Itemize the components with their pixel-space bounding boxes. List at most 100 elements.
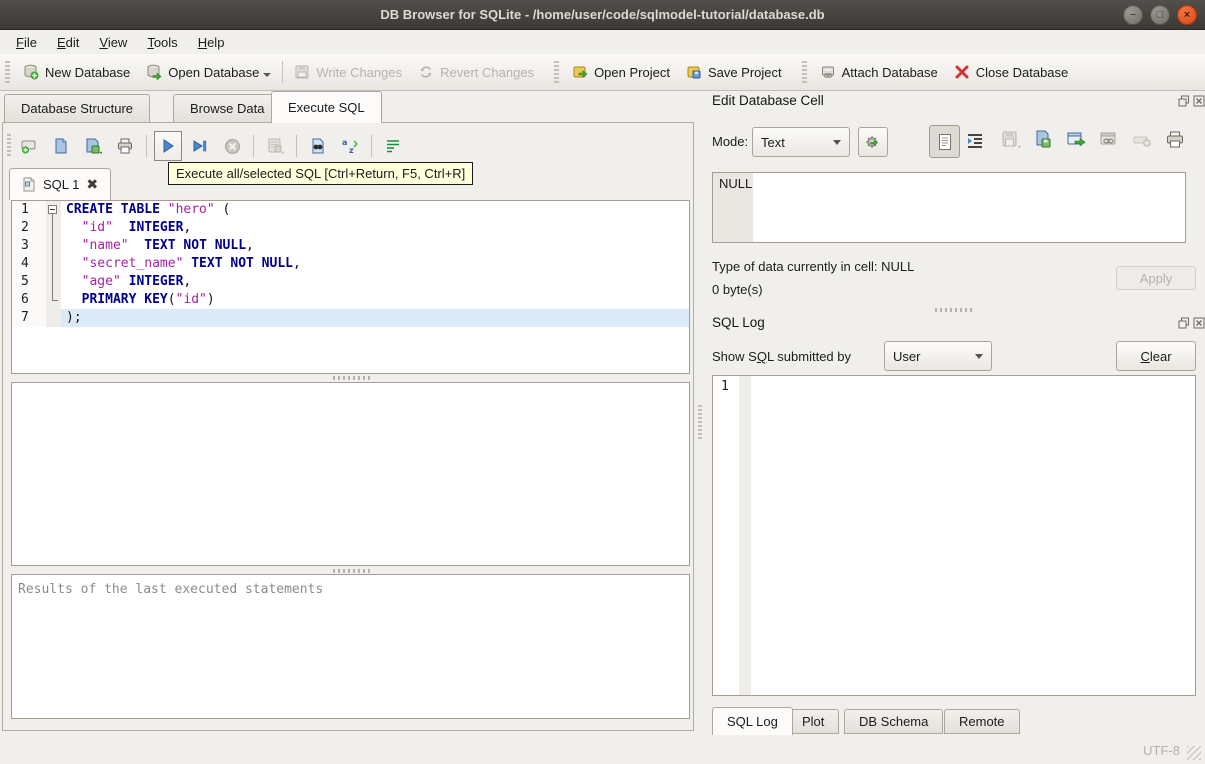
line-number: 4	[12, 255, 46, 273]
sql-editor[interactable]: 1 CREATE TABLE "hero" (2 "id" INTEGER, 3 "…	[11, 200, 690, 374]
results-placeholder-text: Results of the last executed statements	[18, 582, 324, 597]
code-text: "secret_name" TEXT NOT NULL,	[81, 256, 301, 271]
tab-label: Plot	[802, 714, 825, 729]
menu-edit[interactable]: Edit	[47, 33, 89, 52]
editor-line[interactable]: 1 CREATE TABLE "hero" (	[12, 201, 689, 219]
close-icon[interactable]: ×	[1177, 5, 1197, 25]
window-controls: − □ ×	[1123, 5, 1197, 25]
tab-db-schema[interactable]: DB Schema	[844, 709, 944, 734]
print-sql-button[interactable]	[111, 131, 139, 161]
apply-label: Apply	[1139, 270, 1173, 286]
app-window: DB Browser for SQLite - /home/user/code/…	[0, 0, 1205, 764]
format-sql-button[interactable]: a z	[336, 131, 364, 161]
tab-plot[interactable]: Plot	[787, 709, 840, 734]
open-database-button[interactable]: Open Database	[138, 60, 279, 84]
editor-line[interactable]: 4 "secret_name" TEXT NOT NULL,	[12, 255, 689, 273]
dock-controls	[1178, 95, 1205, 107]
save-gray-icon	[1002, 131, 1021, 148]
text-mode-button[interactable]	[929, 125, 960, 158]
toolbar-label: Write Changes	[316, 64, 403, 80]
close-database-button[interactable]: Close Database	[946, 60, 1077, 84]
maximize-icon[interactable]: □	[1150, 5, 1170, 25]
results-grid-pane[interactable]	[11, 382, 690, 566]
set-null-button	[1133, 134, 1153, 151]
new-sql-tab-icon	[21, 140, 36, 154]
toolbar-separator	[282, 61, 284, 83]
results-message-pane[interactable]: Results of the last executed statements	[11, 574, 690, 719]
open-in-external-button	[1099, 131, 1119, 152]
float-panel-icon[interactable]	[1178, 317, 1190, 329]
editor-line[interactable]: 7);	[12, 309, 689, 327]
fold-collapse-icon[interactable]	[48, 205, 57, 214]
print-cell-button[interactable]	[1165, 130, 1185, 152]
export-cell-data-button[interactable]	[1066, 131, 1086, 152]
word-wrap-button[interactable]	[379, 131, 407, 161]
open-sql-file-button[interactable]	[47, 131, 75, 161]
import-cell-data-button[interactable]	[1033, 129, 1053, 152]
editor-line[interactable]: 6 PRIMARY KEY("id")	[12, 291, 689, 309]
menu-tools[interactable]: Tools	[137, 33, 187, 52]
execute-sql-button[interactable]	[154, 131, 182, 161]
new-database-button[interactable]: New Database	[15, 60, 138, 84]
close-panel-icon[interactable]	[1193, 95, 1205, 107]
toolbar-drag-handle[interactable]	[554, 61, 560, 83]
toolbar-drag-handle[interactable]	[7, 134, 11, 158]
save-results-button	[261, 131, 289, 161]
tab-remote[interactable]: Remote	[944, 709, 1020, 734]
editor-line[interactable]: 2 "id" INTEGER,	[12, 219, 689, 237]
save-project-button[interactable]: Save Project	[678, 60, 790, 84]
indent-button[interactable]	[965, 131, 985, 154]
splitter-handle[interactable]	[333, 569, 373, 573]
revert-changes-button: Revert Changes	[410, 60, 542, 84]
tab-label: Remote	[959, 714, 1005, 729]
tab-execute-sql[interactable]: Execute SQL	[271, 91, 382, 123]
dock-splitter-handle[interactable]	[935, 308, 975, 312]
minimize-icon[interactable]: −	[1123, 5, 1143, 25]
toolbar-drag-handle[interactable]	[5, 61, 10, 83]
tab-label: SQL Log	[727, 714, 778, 729]
cell-editor[interactable]: NULL	[712, 172, 1186, 243]
close-sql-tab-icon[interactable]: ✖	[86, 176, 98, 193]
print-icon	[1167, 131, 1183, 148]
new-sql-tab-button[interactable]	[15, 131, 43, 161]
menu-help[interactable]: Help	[188, 33, 235, 52]
toolbar-label: Attach Database	[841, 64, 938, 80]
menu-view[interactable]: View	[89, 33, 137, 52]
resize-grip[interactable]	[1187, 746, 1201, 760]
editor-line[interactable]: 3 "name" TEXT NOT NULL,	[12, 237, 689, 255]
stop-execution-button	[218, 131, 246, 161]
chevron-down-icon[interactable]	[263, 73, 272, 77]
execute-current-line-button[interactable]	[186, 131, 214, 161]
save-sql-file-button[interactable]	[79, 131, 107, 161]
sql-document-tab[interactable]: SQL 1 ✖	[9, 168, 112, 200]
tab-database-structure[interactable]: Database Structure	[4, 94, 151, 122]
panel-splitter-handle[interactable]	[698, 405, 702, 439]
find-in-sql-button[interactable]	[304, 131, 332, 161]
sql-toolbar: a z	[7, 129, 407, 163]
tooltip: Execute all/selected SQL [Ctrl+Return, F…	[168, 162, 474, 185]
tab-browse-data[interactable]: Browse Data	[173, 94, 282, 122]
indent-icon	[968, 134, 982, 148]
line-number: 7	[12, 309, 46, 327]
editor-line[interactable]: 5 "age" INTEGER,	[12, 273, 689, 291]
toolbar-separator	[146, 135, 147, 157]
toolbar-label: Close Database	[975, 64, 1069, 80]
float-panel-icon[interactable]	[1178, 95, 1190, 107]
clear-log-button[interactable]: Clear	[1116, 341, 1196, 371]
close-panel-icon[interactable]	[1193, 317, 1205, 329]
splitter-handle[interactable]	[333, 376, 373, 380]
code-text: PRIMARY KEY("id")	[81, 292, 215, 307]
cell-mode-select[interactable]: Text	[752, 127, 850, 157]
write-changes-icon	[295, 65, 309, 79]
gear-apply-icon	[865, 135, 878, 148]
execute-line-icon	[193, 140, 207, 152]
open-project-button[interactable]: Open Project	[564, 60, 678, 84]
auto-apply-button[interactable]	[858, 127, 888, 157]
attach-database-button[interactable]: Attach Database	[812, 60, 946, 84]
menu-file[interactable]: File	[6, 33, 47, 52]
log-filter-select[interactable]: User	[884, 341, 992, 371]
sql-log-view[interactable]: 1	[712, 375, 1196, 696]
toolbar-drag-handle[interactable]	[801, 61, 807, 83]
log-filter-label: Show SQL submitted by	[712, 349, 851, 364]
tab-sql-log[interactable]: SQL Log	[712, 707, 793, 735]
